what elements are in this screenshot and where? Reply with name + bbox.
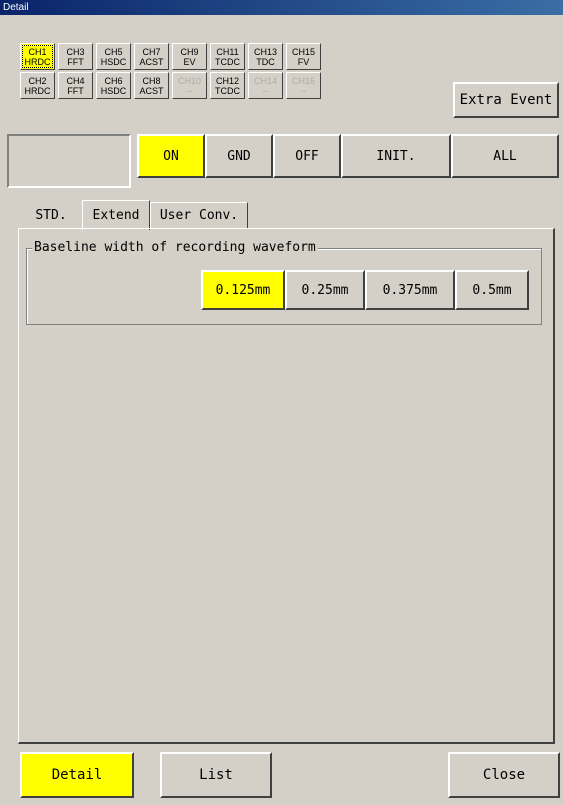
channel-name: CH5 bbox=[104, 46, 123, 57]
window-title: Detail bbox=[0, 0, 563, 15]
channel-type: FFT bbox=[67, 56, 84, 67]
baseline-option-05[interactable]: 0.5mm bbox=[455, 270, 529, 310]
channel-name: CH7 bbox=[142, 46, 161, 57]
channel-button-ch5[interactable]: CH5 HSDC bbox=[96, 43, 131, 70]
baseline-option-0375[interactable]: 0.375mm bbox=[365, 270, 455, 310]
channel-type: FV bbox=[297, 56, 310, 67]
channel-button-ch15[interactable]: CH15 FV bbox=[286, 43, 321, 70]
all-button[interactable]: ALL bbox=[451, 134, 559, 178]
channel-button-ch1[interactable]: CH1 HRDC bbox=[20, 43, 55, 70]
channel-type: HSDC bbox=[100, 56, 127, 67]
channel-button-ch11[interactable]: CH11 TCDC bbox=[210, 43, 245, 70]
channel-name: CH4 bbox=[66, 75, 85, 86]
close-button[interactable]: Close bbox=[448, 752, 560, 798]
baseline-option-0125[interactable]: 0.125mm bbox=[201, 270, 285, 310]
channel-type: -- bbox=[262, 85, 269, 96]
channel-name: CH13 bbox=[253, 46, 277, 57]
channel-name: CH2 bbox=[28, 75, 47, 86]
init-button[interactable]: INIT. bbox=[341, 134, 451, 178]
channel-name: CH6 bbox=[104, 75, 123, 86]
channel-type: -- bbox=[300, 85, 307, 96]
channel-name: CH3 bbox=[66, 46, 85, 57]
gnd-button[interactable]: GND bbox=[205, 134, 273, 178]
channel-type: TCDC bbox=[215, 56, 240, 67]
channel-name: CH1 bbox=[28, 46, 47, 57]
channel-button-ch9[interactable]: CH9 EV bbox=[172, 43, 207, 70]
tab-std[interactable]: STD. bbox=[22, 202, 80, 228]
channel-button-ch3[interactable]: CH3 FFT bbox=[58, 43, 93, 70]
channel-name: CH9 bbox=[180, 46, 199, 57]
channel-button-ch2[interactable]: CH2 HRDC bbox=[20, 72, 55, 99]
channel-type: HRDC bbox=[24, 56, 51, 67]
list-button[interactable]: List bbox=[160, 752, 272, 798]
channel-type: HSDC bbox=[100, 85, 127, 96]
status-display bbox=[7, 134, 131, 188]
channel-button-ch8[interactable]: CH8 ACST bbox=[134, 72, 169, 99]
channel-button-ch13[interactable]: CH13 TDC bbox=[248, 43, 283, 70]
off-button[interactable]: OFF bbox=[273, 134, 341, 178]
baseline-width-label: Baseline width of recording waveform bbox=[32, 240, 318, 255]
channel-type: TDC bbox=[256, 56, 275, 67]
channel-type: EV bbox=[183, 56, 196, 67]
channel-type: ACST bbox=[139, 56, 164, 67]
channel-button-ch4[interactable]: CH4 FFT bbox=[58, 72, 93, 99]
channel-button-ch12[interactable]: CH12 TCDC bbox=[210, 72, 245, 99]
channel-button-ch10[interactable]: CH10 -- bbox=[172, 72, 207, 99]
baseline-option-025[interactable]: 0.25mm bbox=[285, 270, 365, 310]
extra-event-button[interactable]: Extra Event bbox=[453, 82, 559, 118]
channel-type: FFT bbox=[67, 85, 84, 96]
on-button[interactable]: ON bbox=[137, 134, 205, 178]
channel-button-ch14[interactable]: CH14 -- bbox=[248, 72, 283, 99]
channel-name: CH15 bbox=[291, 46, 315, 57]
channel-button-ch16[interactable]: CH16 -- bbox=[286, 72, 321, 99]
channel-name: CH16 bbox=[291, 75, 315, 86]
tab-extend[interactable]: Extend bbox=[82, 200, 150, 230]
tab-user-conv[interactable]: User Conv. bbox=[150, 202, 248, 228]
channel-name: CH8 bbox=[142, 75, 161, 86]
channel-name: CH14 bbox=[253, 75, 277, 86]
channel-type: -- bbox=[186, 85, 193, 96]
channel-name: CH10 bbox=[177, 75, 201, 86]
channel-name: CH11 bbox=[216, 46, 239, 57]
channel-button-ch6[interactable]: CH6 HSDC bbox=[96, 72, 131, 99]
channel-type: ACST bbox=[139, 85, 164, 96]
detail-button[interactable]: Detail bbox=[20, 752, 134, 798]
channel-name: CH12 bbox=[215, 75, 239, 86]
channel-type: HRDC bbox=[24, 85, 51, 96]
channel-type: TCDC bbox=[215, 85, 240, 96]
channel-button-ch7[interactable]: CH7 ACST bbox=[134, 43, 169, 70]
